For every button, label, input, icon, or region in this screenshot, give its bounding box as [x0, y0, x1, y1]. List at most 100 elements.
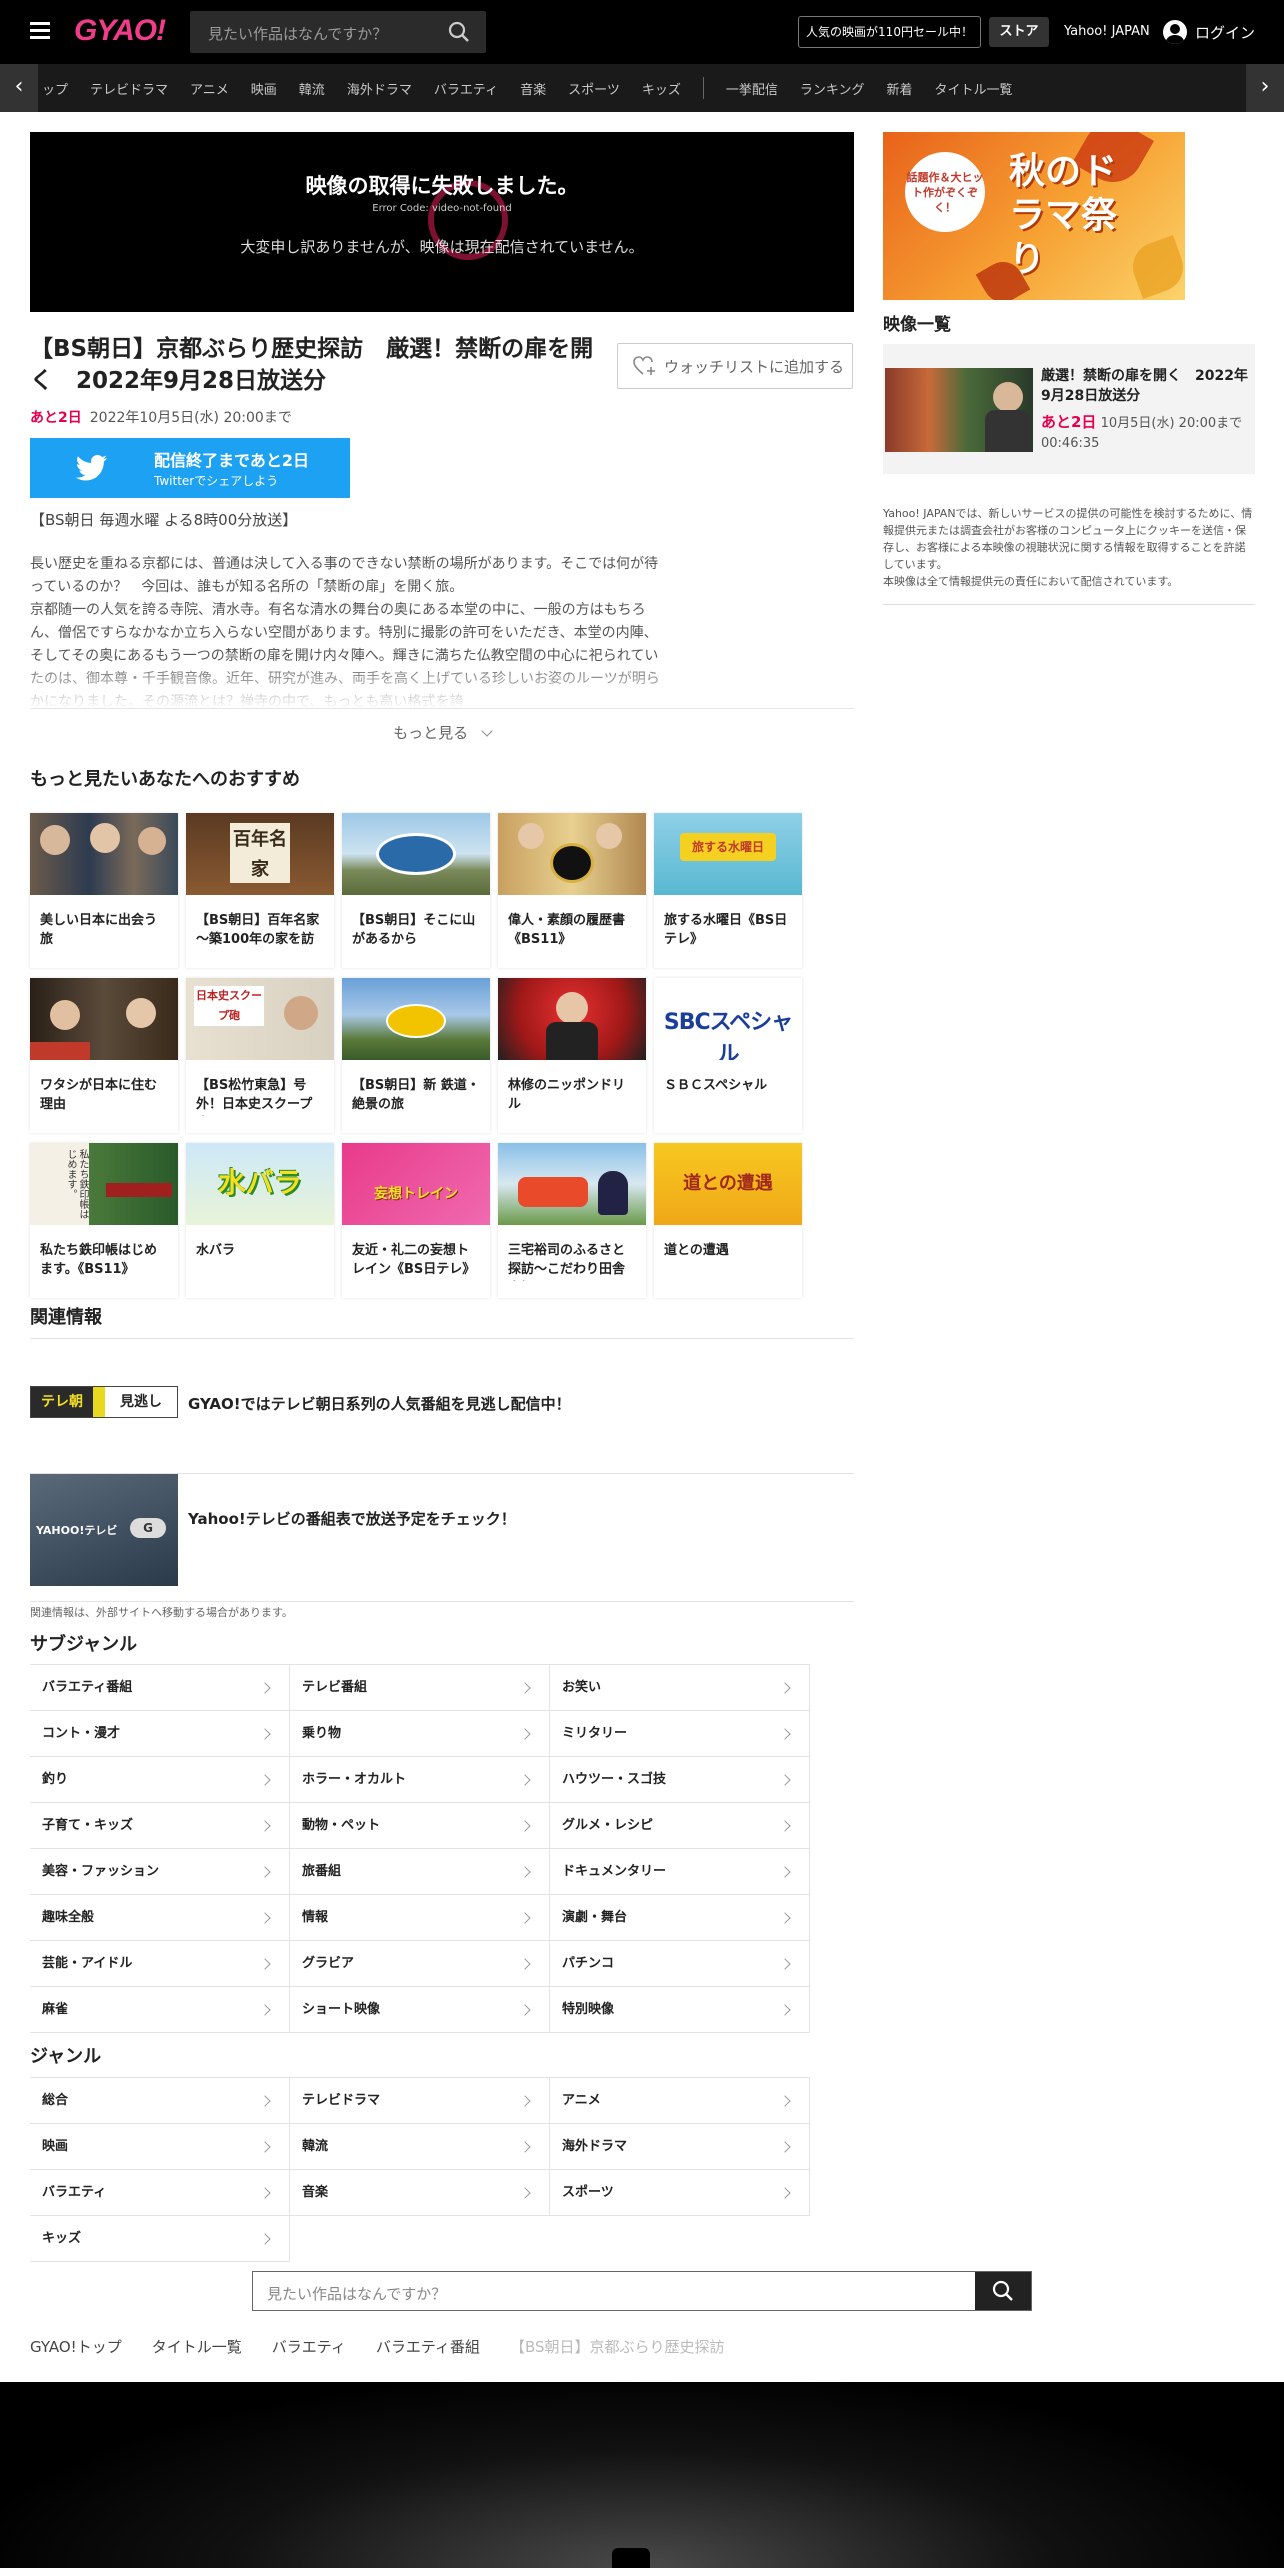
- genre-link[interactable]: 韓流: [290, 2124, 550, 2170]
- recommend-card[interactable]: 旅する水曜日 旅する水曜日《BS日テレ》: [654, 813, 802, 968]
- subgenre-link[interactable]: ドキュメンタリー: [550, 1849, 810, 1895]
- thumb-text: 旅する水曜日: [680, 833, 776, 861]
- subgenre-link[interactable]: ホラー・オカルト: [290, 1757, 550, 1803]
- breadcrumb-item[interactable]: GYAO!トップ: [30, 2336, 122, 2357]
- yahoo-japan-link[interactable]: Yahoo! JAPAN: [1064, 24, 1150, 39]
- episode-item[interactable]: 厳選！禁断の扉を開く 2022年9月28日放送分 あと2日 10月5日(水) 2…: [883, 344, 1255, 474]
- watchlist-button[interactable]: ウォッチリストに追加する: [617, 343, 853, 389]
- nav-item[interactable]: スポーツ: [568, 79, 620, 98]
- card-title: 私たち鉄印帳はじめます。《BS11》: [40, 1243, 158, 1277]
- recommend-card[interactable]: 【BS朝日】新 鉄道・絶景の旅: [342, 978, 490, 1133]
- subgenre-link[interactable]: 釣り: [30, 1757, 290, 1803]
- card-title: 林修のニッポンドリル: [508, 1078, 626, 1112]
- subgenre-link[interactable]: ミリタリー: [550, 1711, 810, 1757]
- recommend-card[interactable]: 美しい日本に出会う旅: [30, 813, 178, 968]
- menu-icon[interactable]: [30, 22, 50, 39]
- genre-link[interactable]: テレビドラマ: [290, 2078, 550, 2124]
- search-input[interactable]: 見たい作品はなんですか？: [208, 23, 387, 44]
- subgenre-link[interactable]: ショート映像: [290, 1987, 550, 2033]
- video-player[interactable]: 映像の取得に失敗しました。 Error Code: video-not-foun…: [30, 132, 854, 312]
- subgenre-link[interactable]: グラビア: [290, 1941, 550, 1987]
- bottom-search[interactable]: 見たい作品はなんですか？: [252, 2271, 1032, 2311]
- genre-link[interactable]: アニメ: [550, 2078, 810, 2124]
- recommend-card[interactable]: 水バラ 水バラ: [186, 1143, 334, 1298]
- breadcrumb-item[interactable]: タイトル一覧: [152, 2336, 242, 2357]
- store-button[interactable]: ストア: [989, 17, 1049, 47]
- gyao-logo[interactable]: GYAO!: [74, 14, 166, 48]
- subgenre-link[interactable]: 特別映像: [550, 1987, 810, 2033]
- recommend-card[interactable]: 妄想トレイン 友近・礼二の妄想トレイン《BS日テレ》: [342, 1143, 490, 1298]
- recommend-card[interactable]: ワタシが日本に住む理由: [30, 978, 178, 1133]
- genre-link[interactable]: 映画: [30, 2124, 290, 2170]
- subgenre-link[interactable]: パチンコ: [550, 1941, 810, 1987]
- nav-item[interactable]: タイトル一覧: [935, 79, 1013, 98]
- genre-link[interactable]: スポーツ: [550, 2170, 810, 2216]
- related-item[interactable]: YAHOO!テレビ G Yahoo!テレビの番組表で放送予定をチェック！: [30, 1474, 854, 1602]
- subgenre-link[interactable]: ハウツー・スゴ技: [550, 1757, 810, 1803]
- card-title: 美しい日本に出会う旅: [40, 913, 158, 947]
- genre-link[interactable]: 音楽: [290, 2170, 550, 2216]
- login-button[interactable]: ログイン: [1163, 20, 1255, 44]
- breadcrumb-item[interactable]: バラエティ: [272, 2336, 346, 2357]
- genre-link[interactable]: 総合: [30, 2078, 290, 2124]
- nav-item[interactable]: キッズ: [642, 79, 681, 98]
- nav-item[interactable]: バラエティ: [434, 79, 498, 98]
- twitter-share-button[interactable]: 配信終了まであと2日 Twitterでシェアしよう: [30, 438, 350, 498]
- subgenre-link[interactable]: 美容・ファッション: [30, 1849, 290, 1895]
- recommend-card[interactable]: 日本史スクープ砲【BS松竹東急】号外！日本史スクープ砲: [186, 978, 334, 1133]
- subgenre-link[interactable]: 動物・ペット: [290, 1803, 550, 1849]
- nav-item[interactable]: テレビドラマ: [90, 79, 168, 98]
- autumn-drama-banner[interactable]: 話題作＆大ヒット作がぞくぞく！ 秋のドラマ祭り: [883, 132, 1185, 300]
- recommend-card[interactable]: 三宅裕司のふるさと探訪～こだわり田舎自慢: [498, 1143, 646, 1298]
- player-error-message: 大変申し訳ありませんが、映像は現在配信されていません。: [240, 238, 644, 256]
- recommend-card[interactable]: 私たち鉄印帳はじめます。私たち鉄印帳はじめます。《BS11》: [30, 1143, 178, 1298]
- related-item[interactable]: テレ朝 見逃し GYAO!ではテレビ朝日系列の人気番組を見逃し配信中！: [30, 1346, 854, 1474]
- header-search[interactable]: 見たい作品はなんですか？: [190, 11, 486, 53]
- nav-item[interactable]: アニメ: [190, 79, 229, 98]
- recommend-card[interactable]: 林修のニッポンドリル: [498, 978, 646, 1133]
- recommend-card[interactable]: 道との遭遇 道との遭遇: [654, 1143, 802, 1298]
- nav-item[interactable]: ップ: [42, 79, 68, 98]
- subgenre-link[interactable]: バラエティ番組: [30, 1665, 290, 1711]
- recommend-card[interactable]: 百年名家【BS朝日】百年名家～築100年の家を訪ね: [186, 813, 334, 968]
- nav-item[interactable]: 音楽: [520, 79, 546, 98]
- promo-link[interactable]: 人気の映画が110円セール中！: [798, 16, 981, 48]
- card-title: ワタシが日本に住む理由: [40, 1078, 158, 1112]
- subgenre-link[interactable]: 趣味全般: [30, 1895, 290, 1941]
- nav-prev-icon[interactable]: ‹: [0, 64, 38, 112]
- breadcrumb-item[interactable]: バラエティ番組: [376, 2336, 480, 2357]
- thumbnail: 私たち鉄印帳はじめます。: [30, 1143, 178, 1225]
- episode-list-heading: 映像一覧: [883, 315, 951, 335]
- nav-item[interactable]: 新着: [886, 79, 912, 98]
- nav-item[interactable]: 一挙配信: [726, 79, 778, 98]
- subgenre-link[interactable]: 子育て・キッズ: [30, 1803, 290, 1849]
- recommend-card[interactable]: SBCスペシャル ＳＢＣスペシャル: [654, 978, 802, 1133]
- nav-next-icon[interactable]: ›: [1246, 64, 1284, 112]
- subgenre-link[interactable]: 情報: [290, 1895, 550, 1941]
- subgenre-link[interactable]: 芸能・アイドル: [30, 1941, 290, 1987]
- card-title: 【BS松竹東急】号外！日本史スクープ砲: [196, 1078, 313, 1112]
- subgenre-link[interactable]: テレビ番組: [290, 1665, 550, 1711]
- recommend-card[interactable]: 【BS朝日】そこに山があるから: [342, 813, 490, 968]
- subgenre-link[interactable]: グルメ・レシピ: [550, 1803, 810, 1849]
- subgenre-link[interactable]: お笑い: [550, 1665, 810, 1711]
- bottom-search-input[interactable]: 見たい作品はなんですか？: [267, 2283, 446, 2304]
- subgenre-link[interactable]: コント・漫才: [30, 1711, 290, 1757]
- show-more-button[interactable]: もっと見る: [30, 708, 854, 756]
- subgenre-link[interactable]: 麻雀: [30, 1987, 290, 2033]
- genre-link[interactable]: バラエティ: [30, 2170, 290, 2216]
- subgenre-link[interactable]: 乗り物: [290, 1711, 550, 1757]
- subgenre-heading: サブジャンル: [30, 1634, 138, 1655]
- subgenre-link[interactable]: 旅番組: [290, 1849, 550, 1895]
- bottom-search-button[interactable]: [975, 2272, 1031, 2310]
- nav-item[interactable]: ランキング: [800, 79, 865, 98]
- genre-link[interactable]: 海外ドラマ: [550, 2124, 810, 2170]
- genre-link[interactable]: キッズ: [30, 2216, 290, 2262]
- nav-item[interactable]: 海外ドラマ: [347, 79, 412, 98]
- twitter-line2: Twitterでシェアしよう: [154, 474, 279, 488]
- subgenre-link[interactable]: 演劇・舞台: [550, 1895, 810, 1941]
- recommend-card[interactable]: 偉人・素顔の履歴書《BS11》: [498, 813, 646, 968]
- search-icon[interactable]: [448, 21, 470, 43]
- nav-item[interactable]: 韓流: [299, 79, 325, 98]
- nav-item[interactable]: 映画: [251, 79, 277, 98]
